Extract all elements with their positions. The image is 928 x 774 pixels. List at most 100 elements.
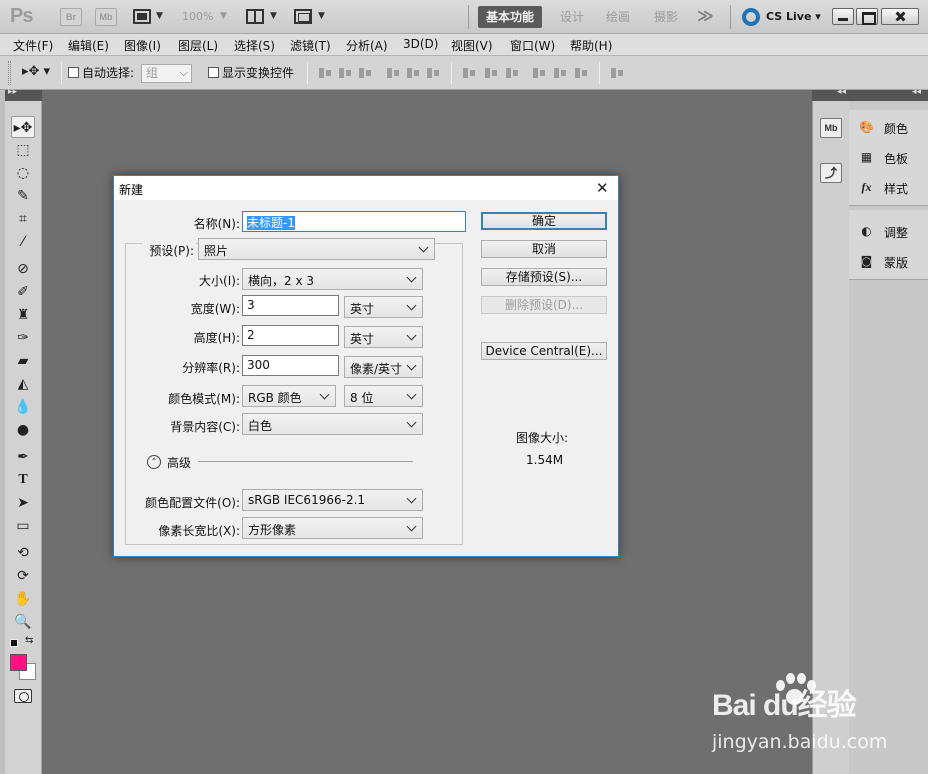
distribute-vertical-center-icon[interactable] [484, 67, 500, 79]
foreground-color-swatch[interactable] [10, 654, 27, 671]
show-transform-controls-checkbox[interactable] [208, 67, 219, 78]
distribute-horizontal-center-icon[interactable] [553, 67, 569, 79]
marquee-tool-icon[interactable]: ⬚ [11, 139, 35, 161]
adjustments-panel-tab[interactable]: ◐ 调整 [856, 221, 926, 243]
align-top-icon[interactable] [318, 67, 334, 79]
chevron-down-icon[interactable]: ▼ [220, 11, 227, 21]
color-panel-tab[interactable]: 🎨 颜色 [856, 117, 926, 139]
cancel-button[interactable]: 取消 [481, 240, 607, 258]
eraser-tool-icon[interactable]: ▰ [11, 350, 35, 372]
3d-rotate-tool-icon[interactable]: ⟲ [11, 542, 35, 564]
panel-dock-header[interactable]: ◂◂ ◂◂ [812, 87, 928, 101]
view-extras-icon[interactable] [133, 9, 151, 24]
more-workspaces-icon[interactable]: ≫ [697, 6, 714, 25]
cs-live-icon[interactable] [742, 8, 760, 26]
default-colors-icon[interactable] [10, 639, 18, 647]
workspace-design-button[interactable]: 设计 [552, 6, 592, 28]
zoom-level[interactable]: 100% [182, 10, 213, 23]
3d-orbit-tool-icon[interactable]: ⟳ [11, 565, 35, 587]
maximize-button[interactable] [856, 8, 878, 25]
collapse-advanced-icon[interactable]: ⌃ [147, 455, 161, 469]
chevron-down-icon[interactable]: ▼ [318, 11, 325, 21]
paint-bucket-tool-icon[interactable]: ◭ [11, 373, 35, 395]
auto-select-target-select[interactable]: 组 [141, 64, 192, 83]
resolution-field[interactable]: 300 [242, 355, 339, 376]
expand-icon[interactable]: ◂◂ [837, 87, 846, 97]
align-bottom-icon[interactable] [358, 67, 374, 79]
dodge-tool-icon[interactable]: ● [11, 419, 35, 441]
auto-align-layers-icon[interactable] [610, 67, 626, 79]
menu-view[interactable]: 视图(V) [451, 37, 493, 54]
workspace-painting-button[interactable]: 绘画 [598, 6, 638, 28]
crop-tool-icon[interactable]: ⌗ [11, 208, 35, 230]
history-panel-icon[interactable]: ⤴ [820, 163, 842, 183]
menu-select[interactable]: 选择(S) [234, 37, 275, 54]
dialog-titlebar[interactable] [114, 176, 618, 200]
chevron-down-icon[interactable]: ▼ [156, 11, 163, 21]
launch-bridge-button[interactable]: Br [60, 8, 82, 26]
pen-tool-icon[interactable]: ✒ [11, 446, 35, 468]
bit-depth-select[interactable]: 8 位 [344, 385, 423, 407]
menu-layer[interactable]: 图层(L) [178, 37, 218, 54]
width-unit-select[interactable]: 英寸 [344, 296, 423, 318]
hand-tool-icon[interactable]: ✋ [11, 588, 35, 610]
align-left-icon[interactable] [386, 67, 402, 79]
distribute-right-icon[interactable] [574, 67, 590, 79]
brush-tool-icon[interactable]: ✐ [11, 281, 35, 303]
size-select[interactable]: 横向，2 x 3 [242, 268, 423, 290]
chevron-down-icon[interactable]: ▼ [270, 11, 277, 21]
workspace-photography-button[interactable]: 摄影 [646, 6, 686, 28]
type-tool-icon[interactable]: T [11, 469, 35, 491]
name-field[interactable]: 未标题-1 [242, 211, 466, 232]
resolution-unit-select[interactable]: 像素/英寸 [344, 356, 423, 378]
healing-brush-tool-icon[interactable]: ⊘ [11, 258, 35, 280]
history-brush-tool-icon[interactable]: ✑ [11, 327, 35, 349]
menu-window[interactable]: 窗口(W) [510, 37, 555, 54]
align-right-icon[interactable] [426, 67, 442, 79]
launch-mini-bridge-button[interactable]: Mb [95, 8, 117, 26]
eyedropper-tool-icon[interactable]: ⁄ [11, 231, 35, 253]
styles-panel-tab[interactable]: fx 样式 [856, 177, 926, 199]
width-field[interactable]: 3 [242, 295, 339, 316]
auto-select-checkbox[interactable] [68, 67, 79, 78]
distribute-left-icon[interactable] [532, 67, 548, 79]
screen-mode-icon[interactable] [294, 9, 312, 24]
close-icon[interactable]: ✕ [596, 179, 609, 197]
quick-mask-icon[interactable] [14, 689, 32, 703]
menu-edit[interactable]: 编辑(E) [68, 37, 109, 54]
zoom-tool-icon[interactable]: 🔍 [11, 611, 35, 633]
collapse-icon[interactable]: ▸▸ [8, 87, 17, 97]
height-unit-select[interactable]: 英寸 [344, 326, 423, 348]
align-vertical-center-icon[interactable] [338, 67, 354, 79]
masks-panel-tab[interactable]: ◙ 蒙版 [856, 251, 926, 273]
path-selection-tool-icon[interactable]: ➤ [11, 492, 35, 514]
menu-filter[interactable]: 滤镜(T) [290, 37, 331, 54]
color-profile-select[interactable]: sRGB IEC61966-2.1 [242, 489, 423, 511]
menu-help[interactable]: 帮助(H) [570, 37, 612, 54]
rectangle-tool-icon[interactable]: ▭ [11, 515, 35, 537]
move-tool-icon[interactable]: ▸✥ [11, 116, 35, 138]
clone-stamp-tool-icon[interactable]: ♜ [11, 304, 35, 326]
quick-selection-tool-icon[interactable]: ✎ [11, 185, 35, 207]
background-contents-select[interactable]: 白色 [242, 413, 423, 435]
distribute-bottom-icon[interactable] [505, 67, 521, 79]
menu-analysis[interactable]: 分析(A) [346, 37, 388, 54]
menu-3d[interactable]: 3D(D) [403, 37, 438, 51]
close-window-button[interactable] [881, 8, 919, 25]
mini-bridge-panel-icon[interactable]: Mb [820, 118, 842, 138]
lasso-tool-icon[interactable]: ◌ [11, 162, 35, 184]
cs-live-menu[interactable]: CS Live ▾ [766, 10, 821, 23]
minimize-button[interactable] [832, 8, 854, 25]
preset-select[interactable]: 照片 [198, 238, 435, 260]
arrange-documents-icon[interactable] [246, 9, 264, 24]
save-preset-button[interactable]: 存储预设(S)... [481, 268, 607, 286]
align-horizontal-center-icon[interactable] [406, 67, 422, 79]
distribute-top-icon[interactable] [462, 67, 478, 79]
move-tool-preset-icon[interactable]: ▸✥ ▾ [22, 64, 50, 79]
height-field[interactable]: 2 [242, 325, 339, 346]
menu-file[interactable]: 文件(F) [13, 37, 53, 54]
pixel-aspect-ratio-select[interactable]: 方形像素 [242, 517, 423, 539]
workspace-essentials-button[interactable]: 基本功能 [478, 6, 543, 28]
blur-tool-icon[interactable]: 💧 [11, 396, 35, 418]
tools-panel-header[interactable]: ▸▸ [5, 87, 42, 101]
